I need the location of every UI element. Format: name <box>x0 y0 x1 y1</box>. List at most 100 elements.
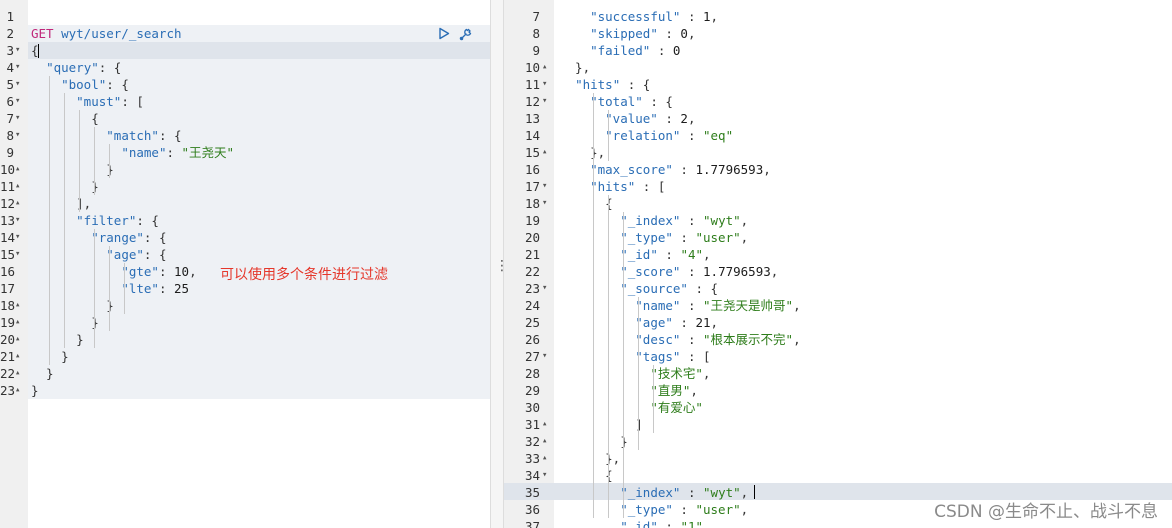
code-token: : { <box>620 77 651 92</box>
wrench-icon[interactable] <box>458 26 474 42</box>
request-editor[interactable]: 1 2 GET wyt/user/_search 3 ▾{4 ▾ "query": {5 ▾… <box>0 0 490 528</box>
fold-open-icon[interactable]: ▾ <box>15 59 20 76</box>
code-token: { <box>560 468 613 483</box>
fold-close-icon[interactable]: ▴ <box>15 365 20 382</box>
line-number: 2 <box>6 26 14 41</box>
line-number: 24 <box>524 298 540 313</box>
code-text: }, <box>560 59 590 76</box>
code-text: "_index" : "wyt", <box>560 212 748 229</box>
code-text: "total" : { <box>560 93 673 110</box>
fold-close-icon[interactable]: ▴ <box>15 161 20 178</box>
code-token: : { <box>98 60 122 75</box>
code-token: : <box>680 332 703 347</box>
response-line: 29 "直男", <box>504 382 1172 399</box>
line-number: 3 <box>6 43 14 58</box>
code-token: "_type" <box>620 230 673 245</box>
code-token: , <box>710 9 719 24</box>
code-token: "value" <box>605 111 658 126</box>
code-token: ], <box>31 196 92 211</box>
fold-open-icon[interactable]: ▾ <box>542 348 547 365</box>
response-line: 8 "skipped" : 0, <box>504 25 1172 42</box>
indent-guide <box>623 212 625 518</box>
line-number: 17 <box>0 281 16 296</box>
code-token: "name" <box>121 145 167 160</box>
response-viewer[interactable]: 7 "successful" : 1, 8 "skipped" : 0, 9 "fa… <box>504 0 1172 528</box>
code-token: : { <box>642 94 673 109</box>
fold-open-icon[interactable]: ▾ <box>15 93 20 110</box>
request-code-lines[interactable]: 1 2 GET wyt/user/_search 3 ▾{4 ▾ "query": {5 ▾… <box>0 8 490 399</box>
code-token: { <box>560 196 613 211</box>
code-token: : <box>657 519 681 528</box>
code-token: 1.7796593 <box>695 162 764 177</box>
fold-close-icon[interactable]: ▴ <box>542 433 547 450</box>
code-token: , <box>703 519 711 528</box>
request-line: 13 ▾ "filter": { <box>0 212 490 229</box>
fold-close-icon[interactable]: ▴ <box>542 59 547 76</box>
fold-open-icon[interactable]: ▾ <box>542 76 547 93</box>
indent-guide <box>593 93 595 518</box>
code-token: : <box>657 111 681 126</box>
fold-close-icon[interactable]: ▴ <box>542 144 547 161</box>
code-token: , <box>687 111 696 126</box>
fold-open-icon[interactable]: ▾ <box>542 93 547 110</box>
code-token: "max_score" <box>590 162 673 177</box>
line-number: 4 <box>6 60 14 75</box>
code-token: : <box>680 298 703 313</box>
indent-guide <box>109 144 111 178</box>
request-line: 12 ▴ ], <box>0 195 490 212</box>
request-line: 6 ▾ "must": [ <box>0 93 490 110</box>
fold-close-icon[interactable]: ▴ <box>15 297 20 314</box>
response-line: 9 "failed" : 0 <box>504 42 1172 59</box>
indent-guide <box>94 229 96 348</box>
fold-open-icon[interactable]: ▾ <box>15 127 20 144</box>
fold-open-icon[interactable]: ▾ <box>15 212 20 229</box>
code-token: : { <box>143 247 167 262</box>
code-token: "_id" <box>620 519 658 528</box>
indent-guide <box>124 263 126 314</box>
fold-open-icon[interactable]: ▾ <box>15 110 20 127</box>
fold-open-icon[interactable]: ▾ <box>542 195 547 212</box>
code-token: : <box>680 485 704 500</box>
code-token: , <box>770 264 779 279</box>
fold-open-icon[interactable]: ▾ <box>15 246 20 263</box>
code-token: "name" <box>635 298 681 313</box>
fold-close-icon[interactable]: ▴ <box>542 416 547 433</box>
request-line: 5 ▾ "bool": { <box>0 76 490 93</box>
response-line: 33 ▴ }, <box>504 450 1172 467</box>
code-token: "user" <box>695 502 741 517</box>
fold-close-icon[interactable]: ▴ <box>15 178 20 195</box>
fold-close-icon[interactable]: ▴ <box>15 382 20 399</box>
fold-open-icon[interactable]: ▾ <box>15 76 20 93</box>
fold-close-icon[interactable]: ▴ <box>15 195 20 212</box>
code-text: } <box>31 331 84 348</box>
fold-open-icon[interactable]: ▾ <box>15 42 20 59</box>
response-line: 25 "age" : 21, <box>504 314 1172 331</box>
line-number: 31 <box>524 417 540 432</box>
response-line: 21 "_id" : "4", <box>504 246 1172 263</box>
fold-close-icon[interactable]: ▴ <box>15 314 20 331</box>
fold-open-icon[interactable]: ▾ <box>15 229 20 246</box>
request-line: 19▴ } <box>0 314 490 331</box>
play-icon[interactable] <box>436 26 452 42</box>
fold-close-icon[interactable]: ▴ <box>15 331 20 348</box>
fold-open-icon[interactable]: ▾ <box>542 280 547 297</box>
code-text: "有爱心" <box>560 399 703 416</box>
fold-open-icon[interactable]: ▾ <box>542 178 547 195</box>
code-token: "_id" <box>620 247 658 262</box>
code-text: "_type" : "user", <box>560 229 748 246</box>
code-token: "hits" <box>590 179 636 194</box>
line-number: 25 <box>524 315 540 330</box>
indent-guide <box>94 127 96 195</box>
fold-close-icon[interactable]: ▴ <box>542 450 547 467</box>
code-text: "_type" : "user", <box>560 501 748 518</box>
fold-close-icon[interactable]: ▴ <box>15 348 20 365</box>
code-token: "bool" <box>61 77 107 92</box>
code-token: : <box>680 128 703 143</box>
fold-open-icon[interactable]: ▾ <box>542 467 547 484</box>
request-line: 18 ▴ } <box>0 297 490 314</box>
